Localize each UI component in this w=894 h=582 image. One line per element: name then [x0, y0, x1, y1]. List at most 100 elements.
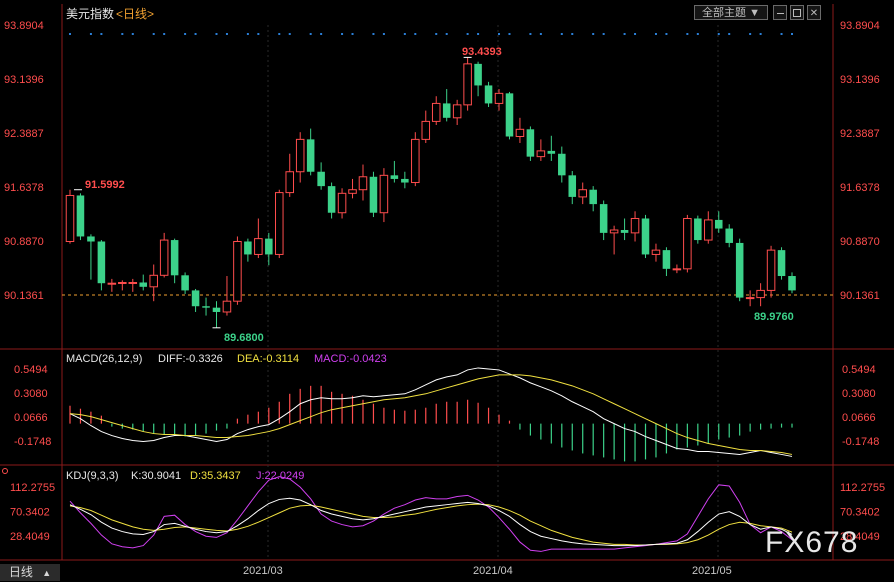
candle-body: [97, 241, 106, 284]
signal-dot: [351, 33, 354, 35]
left-high-annotation: 91.5992: [85, 179, 125, 191]
kdj-tick-label: 112.2755: [10, 482, 55, 494]
candle-body: [547, 150, 556, 154]
price-tick-label: 93.1396: [840, 74, 880, 86]
signal-dot: [791, 33, 793, 35]
chevron-up-icon: ▲: [42, 568, 52, 578]
chevron-down-icon: ▼: [749, 7, 760, 19]
price-tick-label: 93.8904: [840, 20, 880, 32]
candle-body: [683, 217, 692, 270]
kdj-d-label: D:35.3437: [190, 470, 241, 482]
theme-button-label: 全部主题: [702, 7, 747, 19]
theme-dropdown[interactable]: 全部主题 ▼: [694, 5, 768, 20]
close-icon: ✕: [809, 8, 819, 19]
signal-dot: [665, 33, 668, 35]
signal-dot: [309, 33, 312, 35]
signal-dot: [215, 33, 218, 35]
candle-body: [254, 238, 263, 255]
candle-body: [558, 153, 566, 176]
restore-button[interactable]: [790, 5, 804, 20]
kdj-title: KDJ(9,3,3): [66, 470, 119, 482]
candle-body: [348, 189, 357, 194]
candle-body: [463, 63, 472, 106]
candle-body: [442, 103, 451, 118]
candle-body: [662, 250, 671, 269]
candle-body: [244, 241, 252, 255]
macd-tick-label: 0.0666: [14, 412, 48, 424]
candle-body: [170, 240, 179, 276]
candle-body: [295, 138, 305, 173]
watermark-logo: FX678: [765, 526, 859, 559]
minimize-button[interactable]: [773, 5, 787, 20]
candle-body: [212, 307, 221, 312]
candle-body: [609, 229, 619, 234]
signal-dot: [163, 33, 166, 35]
candle-body: [233, 241, 242, 302]
panel-toggle-icon: [2, 468, 8, 474]
kdj-j-line: [69, 476, 793, 552]
price-tick-label: 91.6378: [840, 182, 880, 194]
macd-value-label: MACD:-0.0423: [314, 353, 387, 365]
signal-dot: [749, 33, 752, 35]
candle-body: [149, 274, 158, 288]
price-tick-label: 90.1361: [4, 290, 44, 302]
signal-dot: [194, 33, 197, 35]
x-tick-label: 2021/03: [243, 565, 283, 577]
candle-body: [672, 268, 682, 271]
kdj-k-label: K:30.9041: [131, 470, 181, 482]
candle-body: [421, 120, 431, 140]
candle-body: [191, 290, 200, 307]
close-button[interactable]: ✕: [807, 5, 821, 20]
candle-body: [536, 150, 546, 158]
macd-tick-label: 0.3080: [14, 388, 48, 400]
candle-body: [589, 189, 597, 205]
macd-diff-line: [69, 367, 793, 457]
min-icon: [776, 12, 784, 14]
candle-body: [327, 186, 336, 213]
signal-dot: [539, 33, 542, 35]
signal-dot: [759, 33, 762, 35]
candle-body: [65, 194, 75, 243]
candle-body: [76, 195, 85, 237]
signal-dot: [89, 33, 92, 35]
signal-dot: [246, 33, 249, 35]
kdj-k-line: [69, 497, 793, 547]
signal-dot: [508, 33, 511, 35]
macd-tick-label: -0.1748: [14, 436, 51, 448]
candle-body: [452, 104, 462, 119]
candle-body: [222, 300, 232, 313]
signal-dot: [623, 33, 626, 35]
signal-dot: [445, 33, 448, 35]
signal-dot: [634, 33, 637, 35]
candle-body: [484, 85, 493, 104]
candle-body: [599, 204, 608, 233]
candle-body: [474, 63, 482, 86]
signal-dot: [341, 33, 344, 35]
period-label[interactable]: <日线>: [116, 7, 154, 21]
candle-body: [390, 175, 399, 179]
candle-body: [139, 282, 148, 287]
signal-dot: [278, 33, 281, 35]
signal-dot: [686, 33, 689, 35]
signal-dot: [529, 33, 532, 35]
signal-dot: [403, 33, 406, 35]
kdj-tick-label: 28.4049: [10, 531, 50, 543]
candle-body: [714, 219, 723, 229]
candle-body: [704, 219, 713, 241]
period-tab[interactable]: 日线 ▲: [0, 564, 60, 581]
signal-dot: [152, 33, 155, 35]
kdj-panel: [69, 476, 793, 552]
macd-tick-label: -0.1748: [842, 436, 879, 448]
signal-dot: [466, 33, 469, 35]
candle-body: [181, 275, 189, 291]
kdj-j-label: J:22.0249: [256, 470, 304, 482]
signal-dot: [131, 33, 134, 35]
kdj-tick-label: 70.3402: [840, 507, 880, 519]
price-tick-label: 92.3887: [840, 128, 880, 140]
signal-dot: [382, 33, 385, 35]
restore-icon: [793, 9, 801, 18]
chart-window: 美元指数 <日线> 93.4393 91.5992 89.6800 89.976…: [0, 0, 894, 581]
candle-body: [401, 178, 409, 183]
candle-body: [651, 249, 661, 255]
signal-dot: [320, 33, 323, 35]
